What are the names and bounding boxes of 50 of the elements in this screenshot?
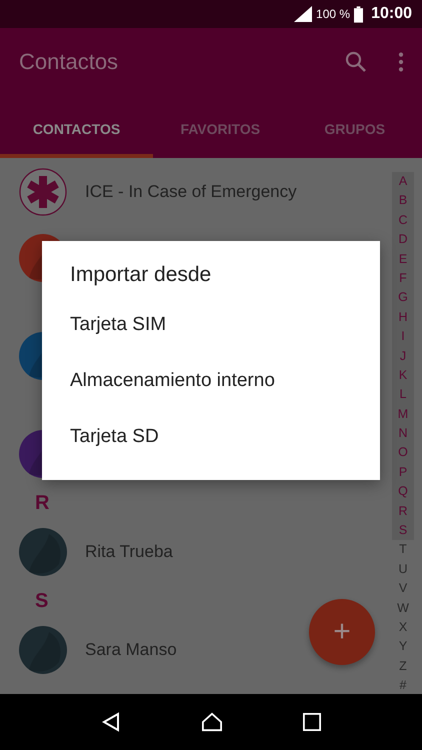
signal-icon — [294, 6, 312, 22]
index-letter[interactable]: U — [392, 560, 414, 580]
more-options-icon[interactable] — [398, 51, 404, 73]
battery-percent: 100 % — [316, 7, 350, 21]
app-title: Contactos — [19, 49, 120, 75]
index-letter[interactable]: I — [392, 327, 414, 347]
contact-name[interactable]: ICE - In Case of Emergency — [85, 182, 297, 202]
clock-time: 10:00 — [371, 5, 412, 23]
index-letter[interactable]: T — [392, 540, 414, 560]
index-letter[interactable]: K — [392, 366, 414, 386]
tab[interactable]: CONTACTOS — [0, 96, 153, 158]
tab[interactable]: FAVORITOS — [153, 96, 288, 158]
index-letter[interactable]: E — [392, 250, 414, 269]
index-letter[interactable]: N — [392, 424, 414, 444]
dialog-option[interactable]: Tarjeta SD — [70, 409, 380, 465]
index-letter[interactable]: C — [392, 210, 414, 230]
index-letter[interactable]: Z — [392, 656, 414, 676]
section-letter: S — [35, 590, 48, 612]
index-letter[interactable]: O — [392, 443, 414, 463]
index-letter[interactable]: S — [392, 521, 414, 540]
index-letter[interactable]: # — [392, 676, 414, 696]
index-letter[interactable]: G — [392, 288, 414, 308]
contact-name[interactable]: Rita Trueba — [85, 542, 173, 562]
tab[interactable]: GRUPOS — [288, 96, 422, 158]
index-letter[interactable]: Y — [392, 637, 414, 657]
add-contact-button[interactable]: + — [309, 599, 375, 665]
index-letter[interactable]: J — [392, 346, 414, 366]
index-letter[interactable]: D — [392, 230, 414, 250]
index-letter[interactable]: X — [392, 618, 414, 638]
section-letter: R — [35, 492, 50, 514]
index-letter[interactable]: H — [392, 308, 414, 328]
back-icon[interactable] — [100, 712, 121, 732]
home-icon[interactable] — [202, 712, 222, 732]
index-letter[interactable]: F — [392, 268, 414, 288]
index-letter[interactable]: W — [392, 598, 414, 618]
dialog-title: Importar desde — [70, 263, 212, 288]
index-letter[interactable]: A — [392, 172, 414, 192]
index-letter[interactable]: V — [392, 579, 414, 599]
index-letter[interactable]: M — [392, 404, 414, 424]
index-letter[interactable]: Q — [392, 482, 414, 502]
index-letter[interactable]: B — [392, 191, 414, 211]
battery-icon — [354, 6, 364, 22]
index-letter[interactable]: L — [392, 385, 414, 405]
dialog-option[interactable]: Almacenamiento interno — [70, 353, 380, 409]
search-icon[interactable] — [344, 50, 368, 74]
recents-icon[interactable] — [303, 713, 322, 731]
index-letter[interactable]: R — [392, 502, 414, 522]
contact-name[interactable]: Sara Manso — [85, 640, 177, 660]
dialog-option[interactable]: Tarjeta SIM — [70, 297, 380, 353]
index-letter[interactable]: P — [392, 462, 414, 482]
